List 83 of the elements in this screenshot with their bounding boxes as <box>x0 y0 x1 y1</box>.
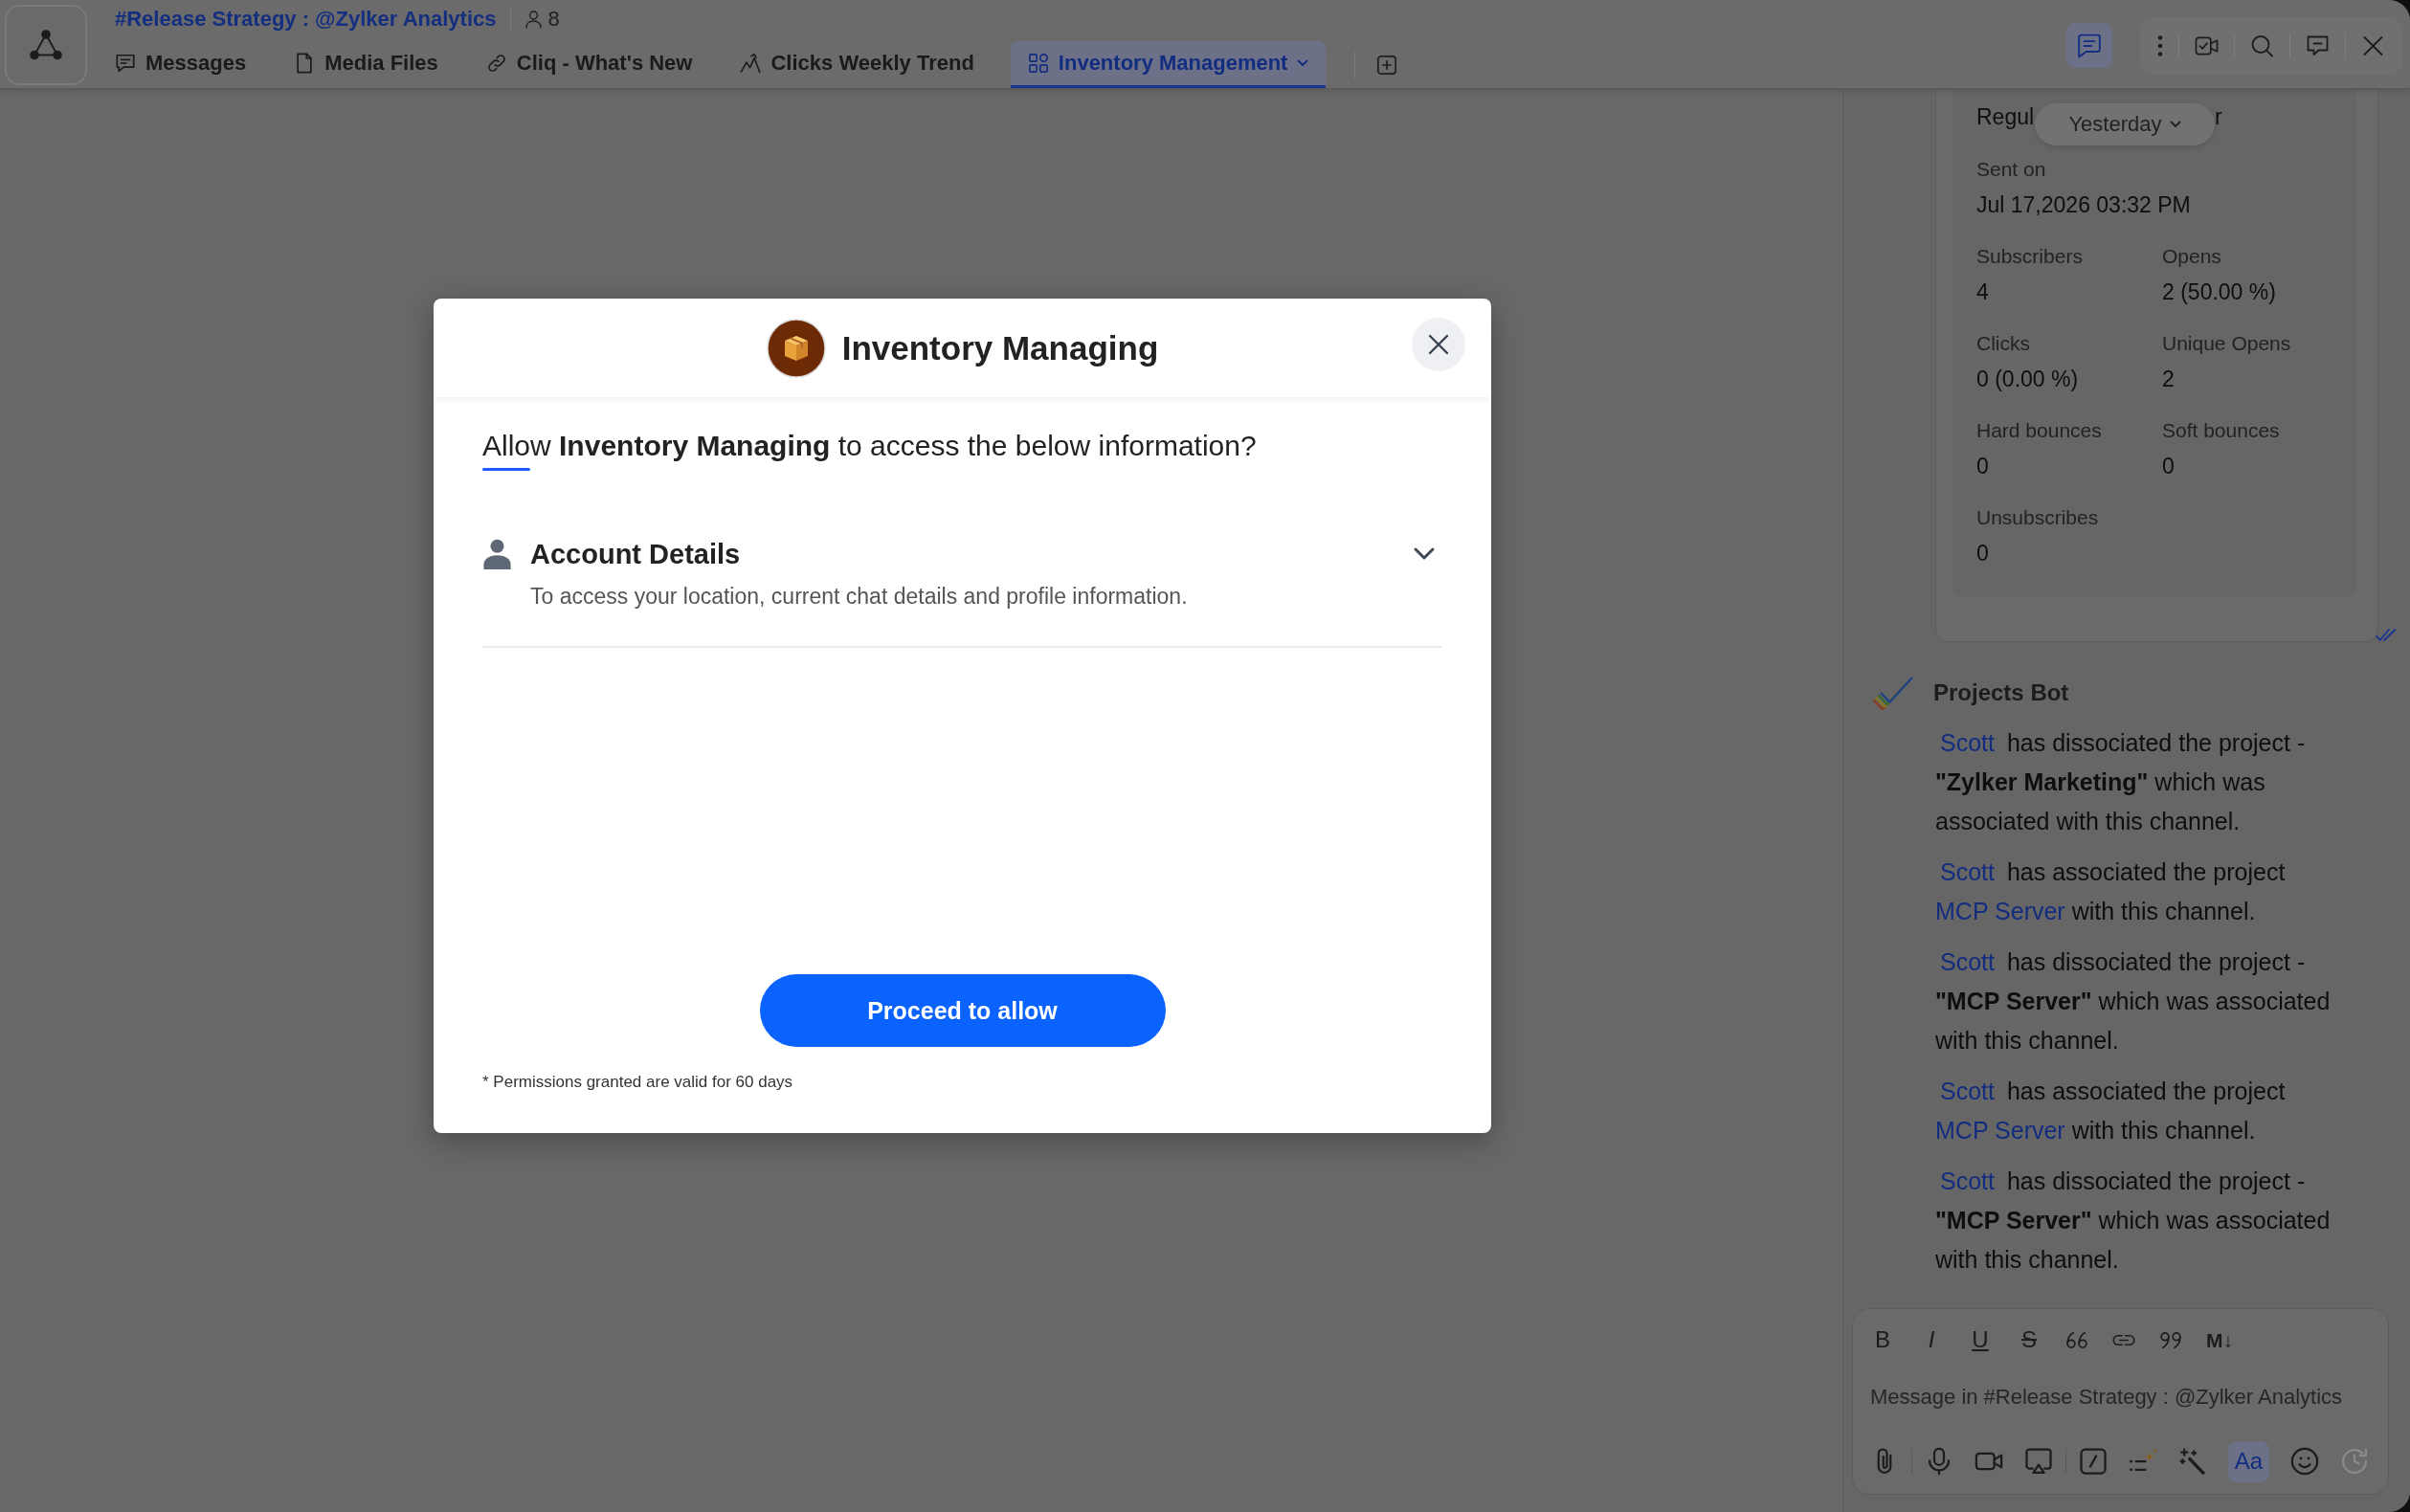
member-count[interactable]: 8 <box>547 7 560 32</box>
stat-value: 0 <box>2162 453 2176 480</box>
stat-label: Sent on <box>1976 157 2047 182</box>
mention-link[interactable]: Scott <box>1935 858 2000 885</box>
italic-button[interactable]: I <box>1919 1324 1944 1355</box>
magic-wand-icon[interactable] <box>2178 1447 2207 1476</box>
message-text: Scott has associated the project MCP Server with this channel. <box>1935 857 2287 926</box>
comment-icon[interactable] <box>2306 33 2330 57</box>
permission-title: Account Details <box>530 538 741 570</box>
permission-question: Allow Inventory Managing to access the below information? <box>482 429 1258 463</box>
message-text: Scott has dissociated the project - "Zylker Marketing" which was associated with this channel. <box>1935 728 2307 836</box>
mention-link[interactable]: Scott <box>1935 1167 2000 1194</box>
stat-label: Opens <box>2162 244 2222 269</box>
video-camera-icon[interactable] <box>2195 33 2219 57</box>
close-button[interactable] <box>1412 318 1465 371</box>
tab[interactable]: Media Files <box>282 41 450 88</box>
caret-icon <box>1297 59 1309 67</box>
stat-value: 0 <box>1976 453 1990 480</box>
screen-share-icon[interactable] <box>2024 1447 2053 1476</box>
stat-value: Jul 17,2026 03:32 PM <box>1976 191 2192 219</box>
message-text: Scott has associated the project MCP Server with this channel. <box>1935 1077 2287 1145</box>
double-check-icon <box>2376 629 2397 641</box>
stat-value: 0 <box>1976 540 1990 567</box>
box-icon <box>766 318 826 378</box>
bold-button[interactable]: B <box>1870 1324 1895 1355</box>
checkmark-icon <box>1872 675 1914 711</box>
app-logo-button[interactable] <box>5 5 87 85</box>
mention-link[interactable]: Scott <box>1935 948 2000 975</box>
stat-label: Hard bounces <box>1976 418 2103 443</box>
chat-icon <box>115 53 136 74</box>
quote-close-icon[interactable] <box>2159 1330 2182 1349</box>
strike-button[interactable]: S <box>2017 1324 2042 1355</box>
mention-link[interactable]: Scott <box>1935 729 2000 756</box>
chat-icon <box>2077 33 2102 58</box>
date-chip[interactable]: Yesterday <box>2035 103 2215 145</box>
grid-icon <box>1027 53 1049 74</box>
stat-value: 0 (0.00 %) <box>1976 366 2080 393</box>
message-text: Scott has dissociated the project - "MCP Server" which was associated with this channel. <box>1935 1167 2332 1275</box>
plus-box-icon[interactable] <box>1376 54 1398 76</box>
dialog-title: Inventory Managing <box>841 328 1159 367</box>
underline-button[interactable]: U <box>1968 1324 1993 1355</box>
footnote: * Permissions granted are valid for 60 days <box>482 1072 794 1093</box>
chevron-down-icon <box>2169 121 2181 128</box>
person-icon <box>482 539 512 569</box>
close-icon[interactable] <box>2361 33 2385 57</box>
stat-label: Soft bounces <box>2162 418 2281 443</box>
slash-box-icon[interactable] <box>2079 1447 2108 1476</box>
stat-label: Subscribers <box>1976 244 2084 269</box>
proceed-button[interactable]: Proceed to allow <box>759 974 1166 1047</box>
mention-link[interactable]: Scott <box>1935 1078 2000 1104</box>
channel-title[interactable]: #Release Strategy : @Zylker Analytics <box>115 7 497 32</box>
markdown-button[interactable]: M↓ <box>2206 1324 2233 1355</box>
project-link[interactable]: MCP Server <box>1935 898 2065 924</box>
network-icon <box>29 29 63 61</box>
trend-chart-icon <box>740 53 762 74</box>
chevron-icon[interactable] <box>1414 547 1435 561</box>
tab[interactable]: Inventory Management <box>1010 41 1327 88</box>
stat-label: Unique Opens <box>2162 331 2292 356</box>
stat-value: 2 <box>2162 366 2176 393</box>
message-text: Scott has dissociated the project - "MCP Server" which was associated with this channel. <box>1935 947 2332 1056</box>
close-icon <box>1428 334 1449 355</box>
stat-label: Clicks <box>1976 331 2031 356</box>
chat-panel-button[interactable] <box>2066 23 2112 68</box>
stat-value: 4 <box>1976 278 1990 306</box>
tab[interactable]: Cliq - What's New <box>474 41 704 88</box>
sender-name: Projects Bot <box>1933 679 2069 706</box>
cut-label: Regul <box>1976 103 2035 131</box>
person-icon[interactable] <box>524 10 543 29</box>
stat-label: Unsubscribes <box>1976 505 2100 530</box>
search-icon[interactable] <box>2250 33 2274 57</box>
quote-open-icon[interactable] <box>2065 1330 2088 1349</box>
cut-label: r <box>2215 103 2222 131</box>
link-icon <box>485 53 507 74</box>
project-link[interactable]: MCP Server <box>1935 1117 2065 1144</box>
tab[interactable]: Messages <box>103 41 258 88</box>
kebab-menu-icon[interactable] <box>2157 33 2163 57</box>
smiley-icon[interactable] <box>2290 1447 2319 1476</box>
tab[interactable]: Clicks Weekly Trend <box>728 41 986 88</box>
message-input-field[interactable]: Message in #Release Strategy : @Zylker Analytics <box>1870 1378 2371 1416</box>
text-format-button[interactable]: Aa <box>2228 1440 2269 1482</box>
permission-description: To access your location, current chat details and profile information. <box>530 583 1189 611</box>
accent-underline <box>482 468 530 471</box>
stat-value: 2 (50.00 %) <box>2162 278 2277 306</box>
